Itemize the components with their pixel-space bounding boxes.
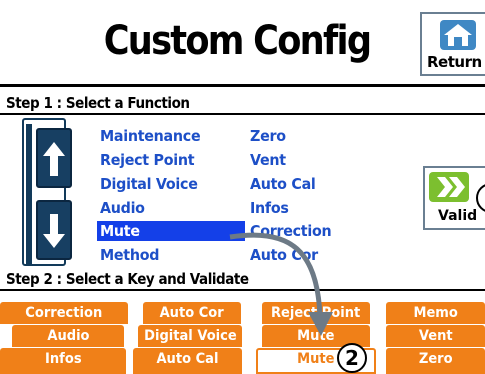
step1-divider xyxy=(0,113,485,115)
key-audio[interactable]: Audio xyxy=(12,325,124,347)
function-vent[interactable]: Vent xyxy=(250,151,286,169)
step2-divider xyxy=(0,289,485,291)
function-digital-voice[interactable]: Digital Voice xyxy=(100,175,198,193)
key-auto-cor[interactable]: Auto Cor xyxy=(143,302,241,324)
function-zero[interactable]: Zero xyxy=(250,127,286,145)
key-reject-point[interactable]: Reject Point xyxy=(262,302,370,324)
step1-label: Step 1 : Select a Function xyxy=(6,94,190,112)
key-digital-voice[interactable]: Digital Voice xyxy=(138,325,242,347)
function-maintenance[interactable]: Maintenance xyxy=(100,127,201,145)
function-auto-cal[interactable]: Auto Cal xyxy=(250,175,316,193)
key-memo[interactable]: Memo xyxy=(386,302,485,324)
function-reject-point[interactable]: Reject Point xyxy=(100,151,195,169)
custom-config-screen: Custom Config Return Step 1 : Select a F… xyxy=(0,0,485,374)
return-label: Return xyxy=(427,53,482,71)
step2-label: Step 2 : Select a Key and Validate xyxy=(6,270,249,288)
step-badge-2: 2 xyxy=(337,343,367,373)
return-button[interactable]: Return xyxy=(420,12,485,76)
home-icon xyxy=(440,20,476,50)
scroll-down-button[interactable] xyxy=(36,200,72,260)
double-chevron-right-icon xyxy=(429,172,469,202)
key-auto-cal[interactable]: Auto Cal xyxy=(133,348,242,374)
arrow-up-icon xyxy=(43,142,65,176)
function-correction[interactable]: Correction xyxy=(250,222,332,240)
scrollbar-track[interactable] xyxy=(26,124,32,264)
function-mute-selected[interactable]: Mute xyxy=(100,222,140,240)
key-zero[interactable]: Zero xyxy=(386,348,485,374)
key-correction[interactable]: Correction xyxy=(0,302,128,324)
valid-label: Valid xyxy=(438,208,478,224)
key-infos[interactable]: Infos xyxy=(0,348,126,374)
function-auto-cor[interactable]: Auto Cor xyxy=(250,246,318,264)
key-vent[interactable]: Vent xyxy=(386,325,485,347)
scroll-up-button[interactable] xyxy=(36,128,72,188)
function-audio[interactable]: Audio xyxy=(100,199,145,217)
function-method[interactable]: Method xyxy=(100,246,159,264)
function-infos[interactable]: Infos xyxy=(250,199,289,217)
arrow-down-icon xyxy=(43,214,65,248)
page-title: Custom Config xyxy=(103,18,372,64)
